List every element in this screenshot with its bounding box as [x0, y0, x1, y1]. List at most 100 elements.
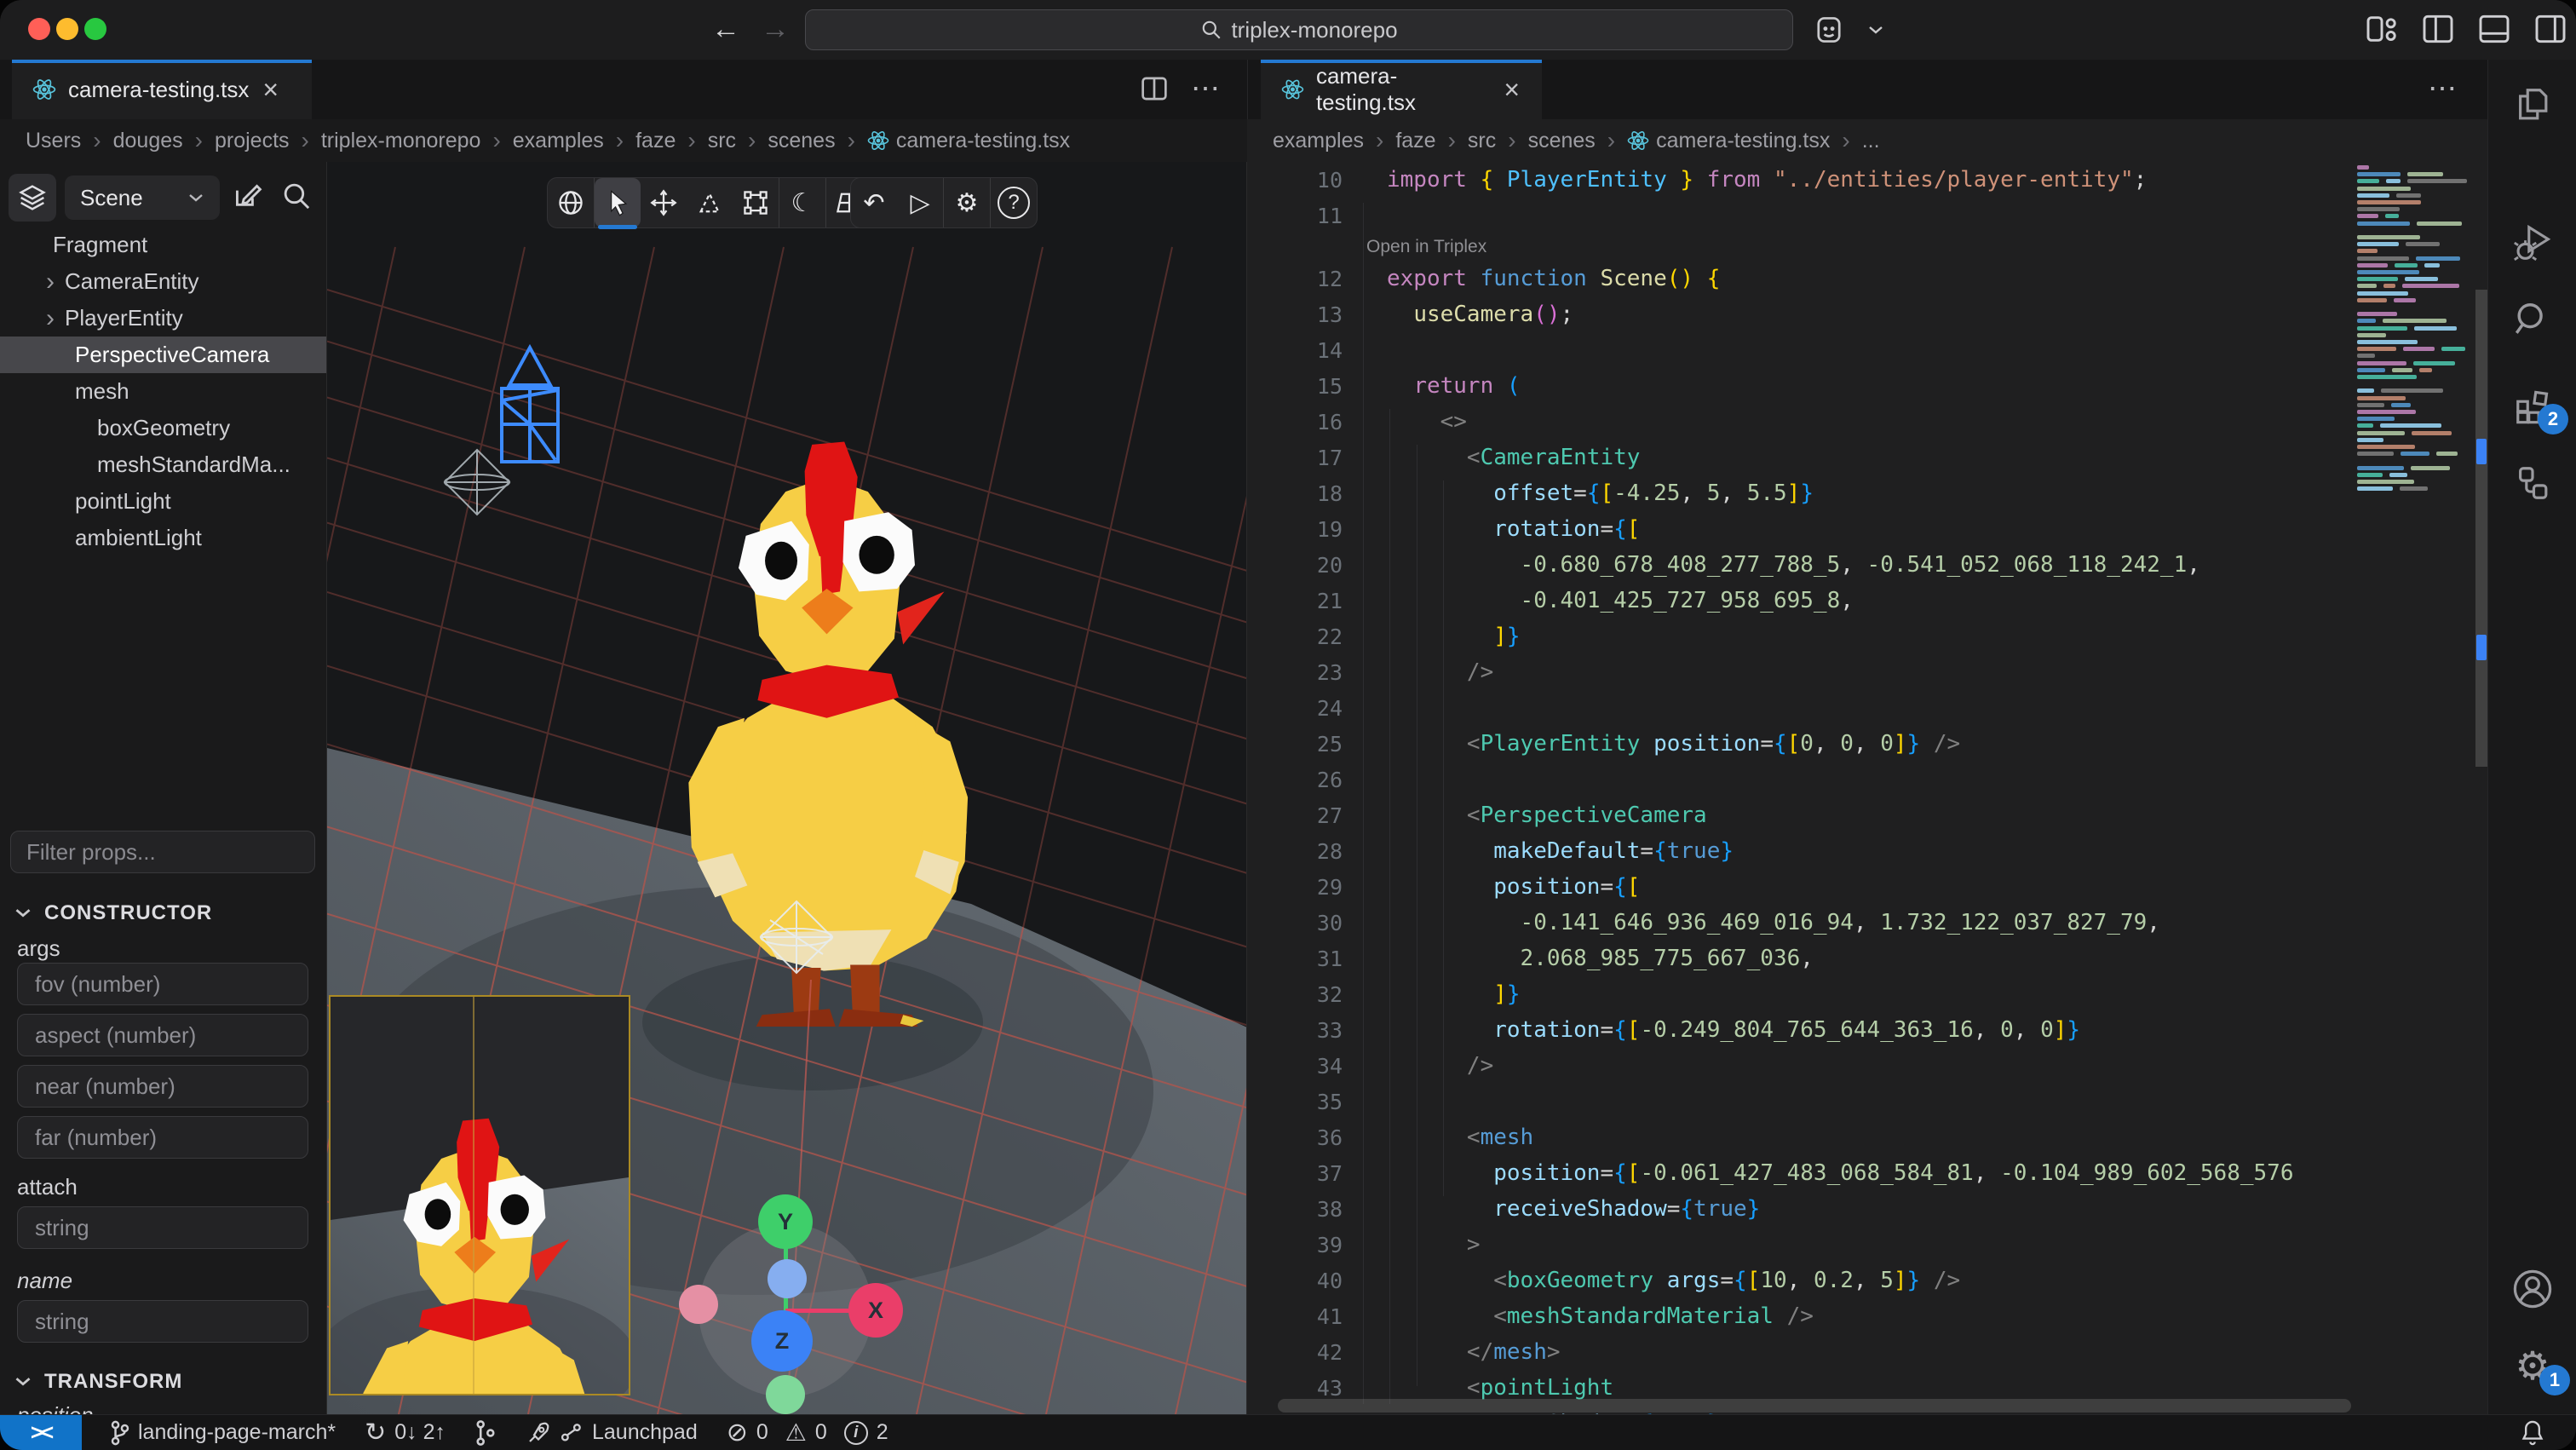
breadcrumb-item[interactable]: examples — [513, 129, 604, 153]
tab-left-camera-testing[interactable]: camera-testing.tsx × — [12, 60, 312, 119]
breadcrumb-item[interactable]: src — [1468, 129, 1496, 153]
tree-item-ambientlight[interactable]: ambientLight — [0, 520, 326, 556]
editor-more-actions[interactable]: ⋯ — [2428, 72, 2458, 106]
arg-input-aspect[interactable] — [17, 1014, 308, 1056]
tab-label: camera-testing.tsx — [1316, 63, 1490, 116]
translate-tool-button[interactable] — [641, 178, 687, 227]
tab-right-camera-testing[interactable]: camera-testing.tsx × — [1261, 60, 1542, 119]
commit-graph-item[interactable] — [474, 1419, 497, 1447]
viewport-settings-button[interactable]: ⚙ — [944, 178, 990, 227]
undo-button[interactable]: ↶ — [851, 178, 897, 227]
tab-close-icon[interactable]: × — [261, 76, 280, 103]
layers-panel-button[interactable] — [9, 174, 56, 222]
forward-button[interactable]: → — [756, 10, 794, 48]
breadcrumb-item[interactable]: src — [708, 129, 736, 153]
scale-tool-button[interactable] — [733, 178, 779, 227]
breadcrumb-item[interactable]: scenes — [768, 129, 835, 153]
chevron-right-icon[interactable]: › — [46, 268, 55, 296]
edit-scene-button[interactable] — [232, 181, 262, 211]
arg-input-near[interactable] — [17, 1065, 308, 1108]
breadcrumb-item[interactable]: ... — [1862, 129, 1880, 153]
maximize-window-button[interactable] — [84, 18, 106, 40]
editor-vertical-scrollbar[interactable] — [2475, 162, 2487, 1414]
toggle-panel-bottom-icon[interactable] — [2477, 14, 2511, 44]
extensions-view-button[interactable]: 2 — [2488, 377, 2576, 436]
editor-more-actions[interactable]: ⋯ — [1191, 72, 1222, 106]
problems-item[interactable]: ⊘ 0 ⚠ 0 i 2 — [727, 1418, 888, 1447]
play-button[interactable]: ▷ — [897, 178, 943, 227]
tree-item-mesh[interactable]: mesh — [0, 373, 326, 410]
tree-item-pointlight[interactable]: pointLight — [0, 483, 326, 520]
breadcrumb-item[interactable]: examples — [1273, 129, 1364, 153]
chevron-right-icon[interactable]: › — [46, 304, 55, 333]
name-input[interactable] — [17, 1300, 308, 1343]
breadcrumb-item[interactable]: camera-testing.tsx — [1627, 129, 1830, 153]
rotate-tool-button[interactable] — [687, 178, 733, 227]
gizmo-x-neg-ball[interactable] — [679, 1285, 718, 1324]
minimize-window-button[interactable] — [56, 18, 78, 40]
breadcrumb-item[interactable]: Users — [26, 129, 81, 153]
theme-toggle-button[interactable]: ☾ — [779, 178, 825, 227]
filter-props-input[interactable] — [10, 831, 315, 873]
minimap[interactable] — [2350, 162, 2475, 1414]
breadcrumb-separator: › — [1607, 127, 1615, 154]
command-center-search[interactable]: triplex-monorepo — [805, 9, 1793, 50]
tree-item-cameraentity[interactable]: ›CameraEntity — [0, 263, 326, 300]
line-number: 20 — [1247, 553, 1366, 578]
accounts-button[interactable] — [2488, 1259, 2576, 1319]
breadcrumb-item[interactable]: douges — [113, 129, 183, 153]
close-window-button[interactable] — [28, 18, 50, 40]
run-debug-view-button[interactable] — [2488, 213, 2576, 273]
toggle-panel-left-icon[interactable] — [2421, 14, 2455, 44]
customize-layout-icon[interactable] — [2365, 14, 2399, 44]
scene-selector[interactable]: Scene — [65, 175, 220, 220]
editor-horizontal-scrollbar[interactable] — [1278, 1399, 2351, 1413]
tree-item-perspectivecamera[interactable]: PerspectiveCamera — [0, 337, 326, 373]
breadcrumb-item[interactable]: faze — [635, 129, 676, 153]
line-number: 15 — [1247, 374, 1366, 399]
breadcrumb-item[interactable]: camera-testing.tsx — [867, 129, 1070, 153]
code-line-37: 37 position={[-0.061_427_483_068_584_81,… — [1247, 1155, 2350, 1191]
constructor-section-header[interactable]: CONSTRUCTOR — [14, 901, 212, 925]
gizmo-y-ball[interactable]: Y — [758, 1194, 813, 1249]
code-editor[interactable]: 10import { PlayerEntity } from "../entit… — [1247, 162, 2487, 1414]
attach-input[interactable] — [17, 1206, 308, 1249]
arg-input-far[interactable] — [17, 1116, 308, 1159]
breadcrumb-item[interactable]: scenes — [1528, 129, 1596, 153]
help-button[interactable]: ? — [991, 178, 1037, 227]
transform-section-header[interactable]: TRANSFORM — [14, 1370, 182, 1394]
tree-item-fragment[interactable]: Fragment — [0, 227, 326, 263]
gizmo-z-ball[interactable]: Z — [751, 1310, 813, 1372]
select-tool-button[interactable] — [595, 178, 641, 227]
gizmo-z-neg-ball[interactable] — [768, 1259, 807, 1298]
explorer-view-button[interactable] — [2488, 75, 2576, 135]
codelens-open-in-triplex[interactable]: Open in Triplex — [1366, 237, 1486, 257]
gizmo-x-ball[interactable]: X — [848, 1283, 903, 1338]
tree-item-meshstandardma[interactable]: meshStandardMa... — [0, 446, 326, 483]
breadcrumb-separator: › — [748, 127, 756, 154]
search-view-button[interactable] — [2488, 290, 2576, 349]
world-space-button[interactable] — [548, 178, 594, 227]
account-icon — [1813, 14, 1845, 46]
tree-item-boxgeometry[interactable]: boxGeometry — [0, 410, 326, 446]
search-scene-button[interactable] — [281, 181, 312, 211]
3d-viewport[interactable]: ☾ ↶ ▷ ⚙ ? — [327, 162, 1247, 1414]
gizmo-y-neg-ball[interactable] — [766, 1375, 805, 1414]
back-button[interactable]: ← — [707, 10, 745, 48]
profile-menu[interactable] — [1813, 14, 1884, 46]
breadcrumb-item[interactable]: projects — [215, 129, 290, 153]
tab-close-icon[interactable]: × — [1502, 76, 1521, 103]
split-editor-icon[interactable] — [1140, 75, 1169, 102]
remote-indicator[interactable]: >< — [0, 1415, 82, 1450]
git-branch-item[interactable]: landing-page-march* — [111, 1420, 336, 1446]
settings-button[interactable]: ⚙ 1 — [2488, 1336, 2576, 1395]
tree-item-playerentity[interactable]: ›PlayerEntity — [0, 300, 326, 337]
arg-input-fov[interactable] — [17, 963, 308, 1005]
hierarchy-view-button[interactable] — [2488, 453, 2576, 513]
toggle-panel-right-icon[interactable] — [2533, 14, 2567, 44]
breadcrumb-item[interactable]: faze — [1395, 129, 1435, 153]
breadcrumb-item[interactable]: triplex-monorepo — [321, 129, 481, 153]
notifications-bell[interactable] — [2518, 1418, 2547, 1447]
launchpad-item[interactable]: Launchpad — [526, 1420, 698, 1446]
git-sync-item[interactable]: ↻ 0↓ 2↑ — [365, 1418, 446, 1447]
